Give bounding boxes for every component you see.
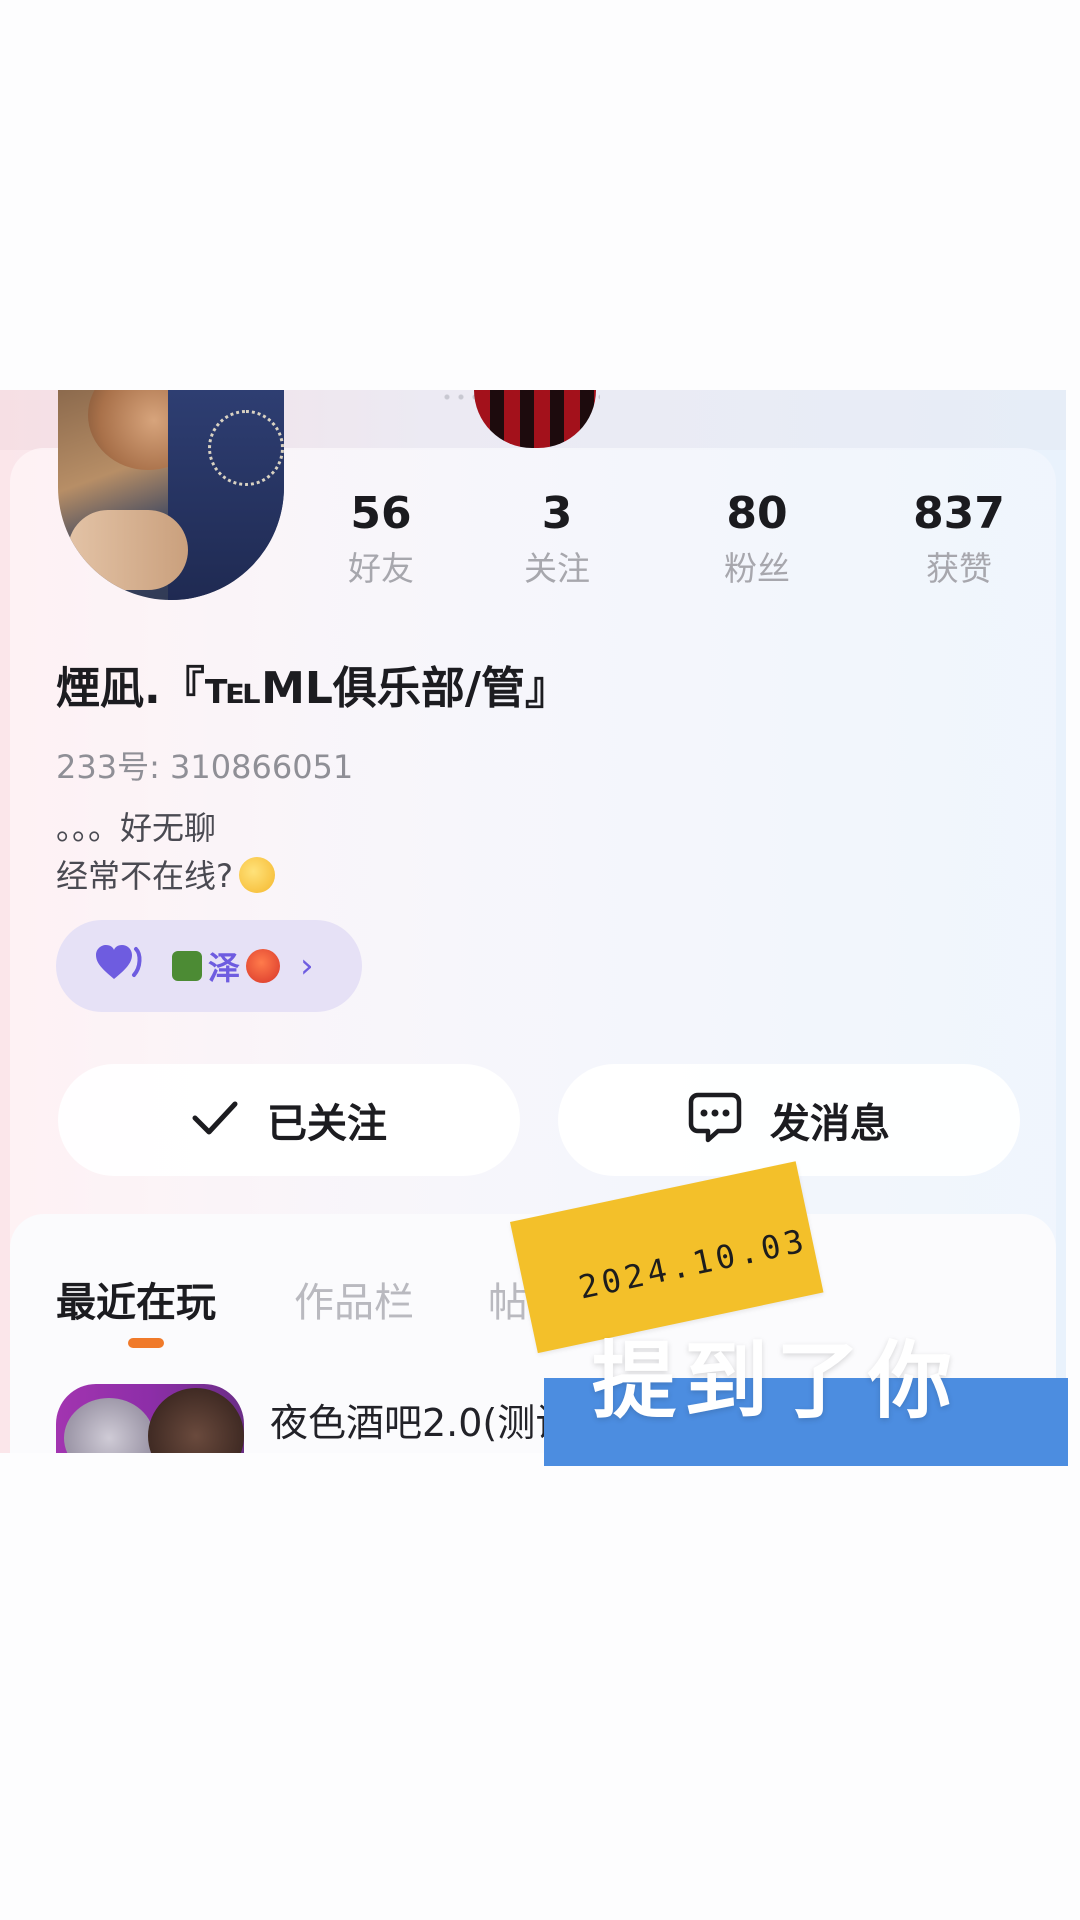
tab-recently-played[interactable]: 最近在玩: [56, 1270, 216, 1328]
mention-caption: 提到了你: [592, 1332, 961, 1430]
relation-name: 泽: [208, 949, 241, 987]
profile-nickname: 煙凪.『℡ML俱乐部/管』: [56, 663, 569, 714]
profile-uid[interactable]: 233号: 310866051: [56, 742, 353, 788]
date-sticker-text: 2024.10.03: [575, 1221, 811, 1307]
stat-following[interactable]: 3 关注: [492, 488, 622, 588]
heart-icon-svg: [96, 944, 142, 979]
banner-character-image: [474, 390, 596, 448]
smirk-emoji-icon: [239, 857, 275, 893]
bio-line-2-text: 经常不在线?: [56, 857, 233, 895]
stat-fans[interactable]: 80 粉丝: [692, 488, 822, 588]
stat-following-label: 关注: [524, 549, 590, 588]
stat-likes-label: 获赞: [926, 549, 992, 588]
bio-line-1: 。。。好无聊: [56, 809, 217, 847]
stat-friends[interactable]: 56 好友: [316, 488, 446, 588]
stat-fans-label: 粉丝: [724, 549, 790, 588]
tab-indicator: [128, 1338, 164, 1348]
stat-likes[interactable]: 837 获赞: [894, 488, 1024, 588]
chevron-right-icon: ›: [300, 946, 314, 986]
tab-works[interactable]: 作品栏: [294, 1270, 414, 1328]
stat-friends-count: 56: [350, 488, 412, 539]
stat-likes-count: 837: [913, 488, 1005, 539]
message-bubble-icon-svg: [688, 1092, 742, 1143]
message-bubble-icon: [688, 1092, 742, 1148]
send-message-label: 发消息: [770, 1101, 890, 1147]
avatar-hand: [68, 510, 188, 590]
bio-line-2: 经常不在线?: [56, 852, 275, 900]
hot-face-emoji-icon: [246, 949, 281, 983]
stat-friends-label: 好友: [348, 549, 414, 588]
avatar[interactable]: [58, 390, 284, 600]
check-icon: [191, 1098, 239, 1142]
dragon-sticker-icon: [172, 951, 202, 981]
game-cover-character-1: [64, 1398, 154, 1453]
followed-button-label: 已关注: [267, 1101, 387, 1147]
send-message-button[interactable]: 发消息: [558, 1064, 1020, 1176]
stat-fans-count: 80: [726, 488, 788, 539]
avatar-chain: [208, 410, 284, 486]
profile-bio: 。。。好无聊 经常不在线?: [56, 804, 275, 900]
heart-icon: [96, 944, 144, 988]
check-icon-svg: [192, 1101, 238, 1135]
game-cover-image: [56, 1384, 244, 1453]
relation-chip[interactable]: 泽 ›: [56, 920, 362, 1012]
game-cover-character-2: [148, 1388, 244, 1453]
followed-button[interactable]: 已关注: [58, 1064, 520, 1176]
stage: 56 好友 3 关注 80 粉丝 837 获赞 煙凪.『℡ML俱乐部/管』 23…: [0, 0, 1080, 1920]
stat-following-count: 3: [541, 488, 573, 539]
